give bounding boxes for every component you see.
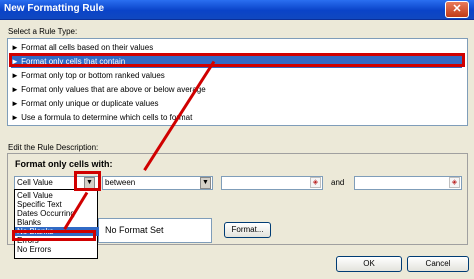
annotation-box-rule-type: [9, 53, 465, 67]
value1-input[interactable]: [221, 176, 323, 190]
format-button[interactable]: Format...: [224, 222, 271, 238]
condition-select-value: Cell Value: [17, 178, 53, 187]
rule-type-item[interactable]: ► Format only unique or duplicate values: [11, 97, 159, 110]
rule-type-item[interactable]: ► Format only values that are above or b…: [11, 83, 206, 96]
rule-description-label: Edit the Rule Description:: [8, 143, 99, 152]
ok-button[interactable]: OK: [336, 256, 402, 272]
annotation-box-dropdown-button: [74, 171, 101, 191]
rule-type-item[interactable]: ► Use a formula to determine which cells…: [11, 111, 192, 124]
cancel-button[interactable]: Cancel: [407, 256, 469, 272]
annotation-box-no-blanks: [12, 230, 96, 241]
condition-dropdown-list[interactable]: Cell Value Specific Text Dates Occurring…: [14, 189, 99, 259]
rule-type-list[interactable]: ► Format all cells based on their values…: [7, 38, 468, 126]
dropdown-option[interactable]: No Errors: [17, 245, 51, 254]
value2-input[interactable]: [354, 176, 462, 190]
operator-select-value: between: [105, 178, 136, 187]
operator-dropdown-button[interactable]: ▼: [200, 177, 211, 189]
close-button[interactable]: ✕: [445, 1, 469, 18]
rule-type-item[interactable]: ► Format only top or bottom ranked value…: [11, 69, 165, 82]
rule-type-label: Select a Rule Type:: [8, 27, 78, 36]
operator-select[interactable]: between: [102, 176, 213, 190]
format-heading: Format only cells with:: [15, 159, 113, 169]
range-picker-icon[interactable]: ◈: [310, 177, 321, 188]
dropdown-option[interactable]: Dates Occurring: [17, 209, 75, 218]
format-preview: No Format Set: [98, 218, 212, 243]
range-picker-icon[interactable]: ◈: [449, 177, 460, 188]
and-label: and: [331, 178, 345, 187]
chevron-down-icon: ▼: [202, 179, 209, 186]
dropdown-option[interactable]: Cell Value: [17, 191, 53, 200]
dropdown-option[interactable]: Specific Text: [17, 200, 62, 209]
dropdown-option[interactable]: Blanks: [17, 218, 41, 227]
dialog-title: New Formatting Rule: [4, 3, 105, 14]
